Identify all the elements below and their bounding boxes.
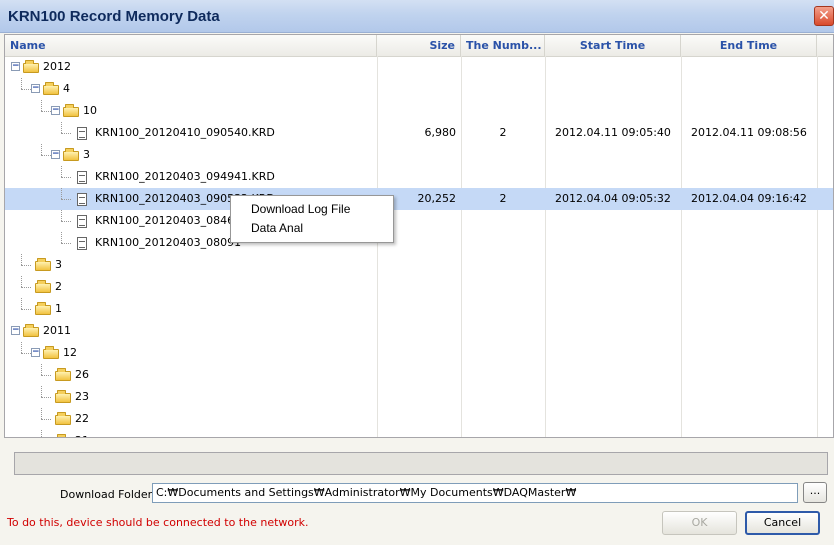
tree-row-file[interactable]: KRN100_20120403_08465 <box>5 210 833 232</box>
file-icon <box>77 193 87 206</box>
tree-row-folder[interactable]: − 2012 <box>5 56 833 78</box>
column-number[interactable]: The Numb... <box>461 35 545 56</box>
tree-node-label: 10 <box>83 104 97 117</box>
tree-node-label: 3 <box>55 258 62 271</box>
browse-button[interactable]: ... <box>803 482 827 503</box>
download-folder-label: Download Folder <box>60 488 153 501</box>
download-folder-field[interactable]: C:₩Documents and Settings₩Administrator₩… <box>152 483 798 503</box>
folder-icon <box>63 148 79 161</box>
close-button[interactable]: ✕ <box>814 6 834 26</box>
folder-icon <box>63 104 79 117</box>
menu-item-download-log-file[interactable]: Download Log File <box>251 199 350 219</box>
tree-node-label: 1 <box>55 302 62 315</box>
cell-size: 6,980 <box>424 126 457 139</box>
cell-start-time: 2012.04.04 09:05:32 <box>555 192 671 205</box>
collapse-toggle-icon[interactable]: − <box>31 348 40 357</box>
folder-icon <box>23 60 39 73</box>
tree-node-label: 2 <box>55 280 62 293</box>
tree-row-folder[interactable]: − 2011 <box>5 320 833 342</box>
file-icon <box>77 171 87 184</box>
cell-end-time: 2012.04.04 09:16:42 <box>691 192 807 205</box>
progress-bar <box>14 452 828 475</box>
tree-node-label: 26 <box>75 368 89 381</box>
tree-node-label: 22 <box>75 412 89 425</box>
cell-number: 2 <box>499 192 507 205</box>
tree-row-folder[interactable]: −3 <box>5 144 833 166</box>
column-size[interactable]: Size <box>377 35 461 56</box>
menu-item-data-analysis[interactable]: Data Anal <box>251 218 303 238</box>
tree-row-file[interactable]: KRN100_20120403_094941.KRD <box>5 166 833 188</box>
tree-node-label: KRN100_20120403_08465 <box>95 214 242 227</box>
collapse-toggle-icon[interactable]: − <box>51 106 60 115</box>
column-header: Name Size The Numb... Start Time End Tim… <box>5 35 833 57</box>
collapse-toggle-icon[interactable]: − <box>51 150 60 159</box>
tree-node-label: 23 <box>75 390 89 403</box>
tree-node-label: 3 <box>83 148 90 161</box>
tree-row-file[interactable]: KRN100_20120403_08091 <box>5 232 833 254</box>
column-name[interactable]: Name <box>5 35 377 56</box>
tree-row-folder[interactable]: 22 <box>5 408 833 430</box>
tree-row-folder[interactable]: 1 <box>5 298 833 320</box>
tree-node-label: 21 <box>75 430 89 437</box>
tree-node-label: KRN100_20120403_094941.KRD <box>95 170 275 183</box>
tree-node-label: 2011 <box>43 324 71 337</box>
tree-node-label: KRN100_20120410_090540.KRD <box>95 126 275 139</box>
tree-row-folder[interactable]: 21 <box>5 430 833 437</box>
folder-icon <box>43 346 59 359</box>
folder-icon <box>55 368 71 381</box>
ok-button[interactable]: OK <box>662 511 737 535</box>
tree-row-folder[interactable]: − 10 <box>5 100 833 122</box>
tree-row-folder[interactable]: 23 <box>5 386 833 408</box>
file-icon <box>77 127 87 140</box>
collapse-toggle-icon[interactable]: − <box>31 84 40 93</box>
tree-row-file[interactable]: KRN100_20120410_090540.KRD 6,980 2 2012.04.… <box>5 122 833 144</box>
tree-node-label: 12 <box>63 346 77 359</box>
context-menu: Download Log File Data Anal <box>230 195 394 243</box>
cell-end-time: 2012.04.11 09:08:56 <box>691 126 807 139</box>
folder-icon <box>23 324 39 337</box>
folder-icon <box>55 412 71 425</box>
file-icon <box>77 215 87 228</box>
window-title: KRN100 Record Memory Data <box>8 8 220 25</box>
close-icon: ✕ <box>818 8 830 24</box>
collapse-toggle-icon[interactable]: − <box>11 326 20 335</box>
tree-node-label: 4 <box>63 82 70 95</box>
folder-icon <box>43 82 59 95</box>
cell-start-time: 2012.04.11 09:05:40 <box>555 126 671 139</box>
column-end-time[interactable]: End Time <box>681 35 817 56</box>
tree-row-folder[interactable]: 3 <box>5 254 833 276</box>
tree-node-label: KRN100_20120403_08091 <box>95 236 242 249</box>
status-message: To do this, device should be connected t… <box>7 516 309 529</box>
tree-row-folder[interactable]: −4 <box>5 78 833 100</box>
tree-node-label: 2012 <box>43 60 71 73</box>
folder-icon <box>35 280 51 293</box>
folder-icon <box>35 302 51 315</box>
collapse-toggle-icon[interactable]: − <box>11 62 20 71</box>
file-icon <box>77 237 87 250</box>
folder-icon <box>55 390 71 403</box>
cancel-button[interactable]: Cancel <box>745 511 820 535</box>
tree-row-folder[interactable]: 2 <box>5 276 833 298</box>
column-start-time[interactable]: Start Time <box>545 35 681 56</box>
tree-row-folder[interactable]: − 12 <box>5 342 833 364</box>
tree-row-file[interactable]: KRN100_20120403_090532.KRD 20,252 2 2012.04… <box>5 188 833 210</box>
cell-number: 2 <box>499 126 507 139</box>
folder-icon <box>35 258 51 271</box>
title-bar: KRN100 Record Memory Data ✕ <box>0 0 834 33</box>
folder-icon <box>57 434 66 437</box>
tree-row-folder[interactable]: 26 <box>5 364 833 386</box>
record-tree-list[interactable]: Name Size The Numb... Start Time End Tim… <box>4 34 834 438</box>
